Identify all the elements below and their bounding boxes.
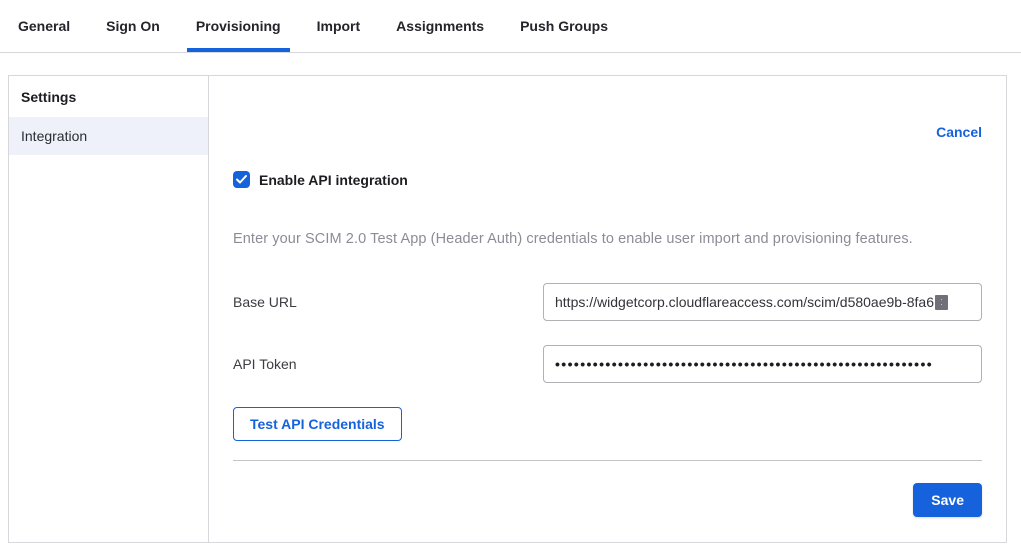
checkmark-icon — [236, 175, 247, 184]
tab-provisioning[interactable]: Provisioning — [187, 0, 290, 52]
test-credentials-row: Test API Credentials — [233, 407, 982, 441]
cancel-row: Cancel — [233, 124, 982, 140]
credentials-description: Enter your SCIM 2.0 Test App (Header Aut… — [233, 231, 982, 247]
integration-settings-form: Cancel Enable API integration Enter your… — [209, 76, 1006, 542]
form-footer-divider — [233, 460, 982, 461]
enable-api-integration-row: Enable API integration — [233, 171, 982, 188]
save-button[interactable]: Save — [913, 483, 982, 517]
test-api-credentials-button[interactable]: Test API Credentials — [233, 407, 402, 441]
enable-api-integration-label: Enable API integration — [259, 172, 408, 188]
app-tab-bar: General Sign On Provisioning Import Assi… — [0, 0, 1021, 53]
text-cursor-selection-icon: ⁚ — [935, 295, 948, 310]
save-row: Save — [233, 483, 982, 517]
api-token-label: API Token — [233, 356, 543, 372]
provisioning-panel: Settings Integration Cancel Enable API i… — [8, 75, 1007, 543]
tab-push-groups[interactable]: Push Groups — [511, 0, 617, 52]
api-token-input[interactable]: ••••••••••••••••••••••••••••••••••••••••… — [543, 345, 982, 383]
tab-import[interactable]: Import — [308, 0, 370, 52]
api-token-masked-value: ••••••••••••••••••••••••••••••••••••••••… — [555, 356, 933, 372]
sidebar-header: Settings — [9, 76, 208, 117]
tab-sign-on[interactable]: Sign On — [97, 0, 169, 52]
sidebar-item-integration[interactable]: Integration — [9, 117, 208, 155]
settings-sidebar: Settings Integration — [9, 76, 209, 542]
enable-api-integration-checkbox[interactable] — [233, 171, 250, 188]
base-url-value: https://widgetcorp.cloudflareaccess.com/… — [555, 294, 934, 310]
cancel-button[interactable]: Cancel — [936, 124, 982, 140]
base-url-label: Base URL — [233, 294, 543, 310]
tab-assignments[interactable]: Assignments — [387, 0, 493, 52]
tab-general[interactable]: General — [9, 0, 79, 52]
base-url-input[interactable]: https://widgetcorp.cloudflareaccess.com/… — [543, 283, 982, 321]
base-url-row: Base URL https://widgetcorp.cloudflareac… — [233, 283, 982, 321]
api-token-row: API Token ••••••••••••••••••••••••••••••… — [233, 345, 982, 383]
